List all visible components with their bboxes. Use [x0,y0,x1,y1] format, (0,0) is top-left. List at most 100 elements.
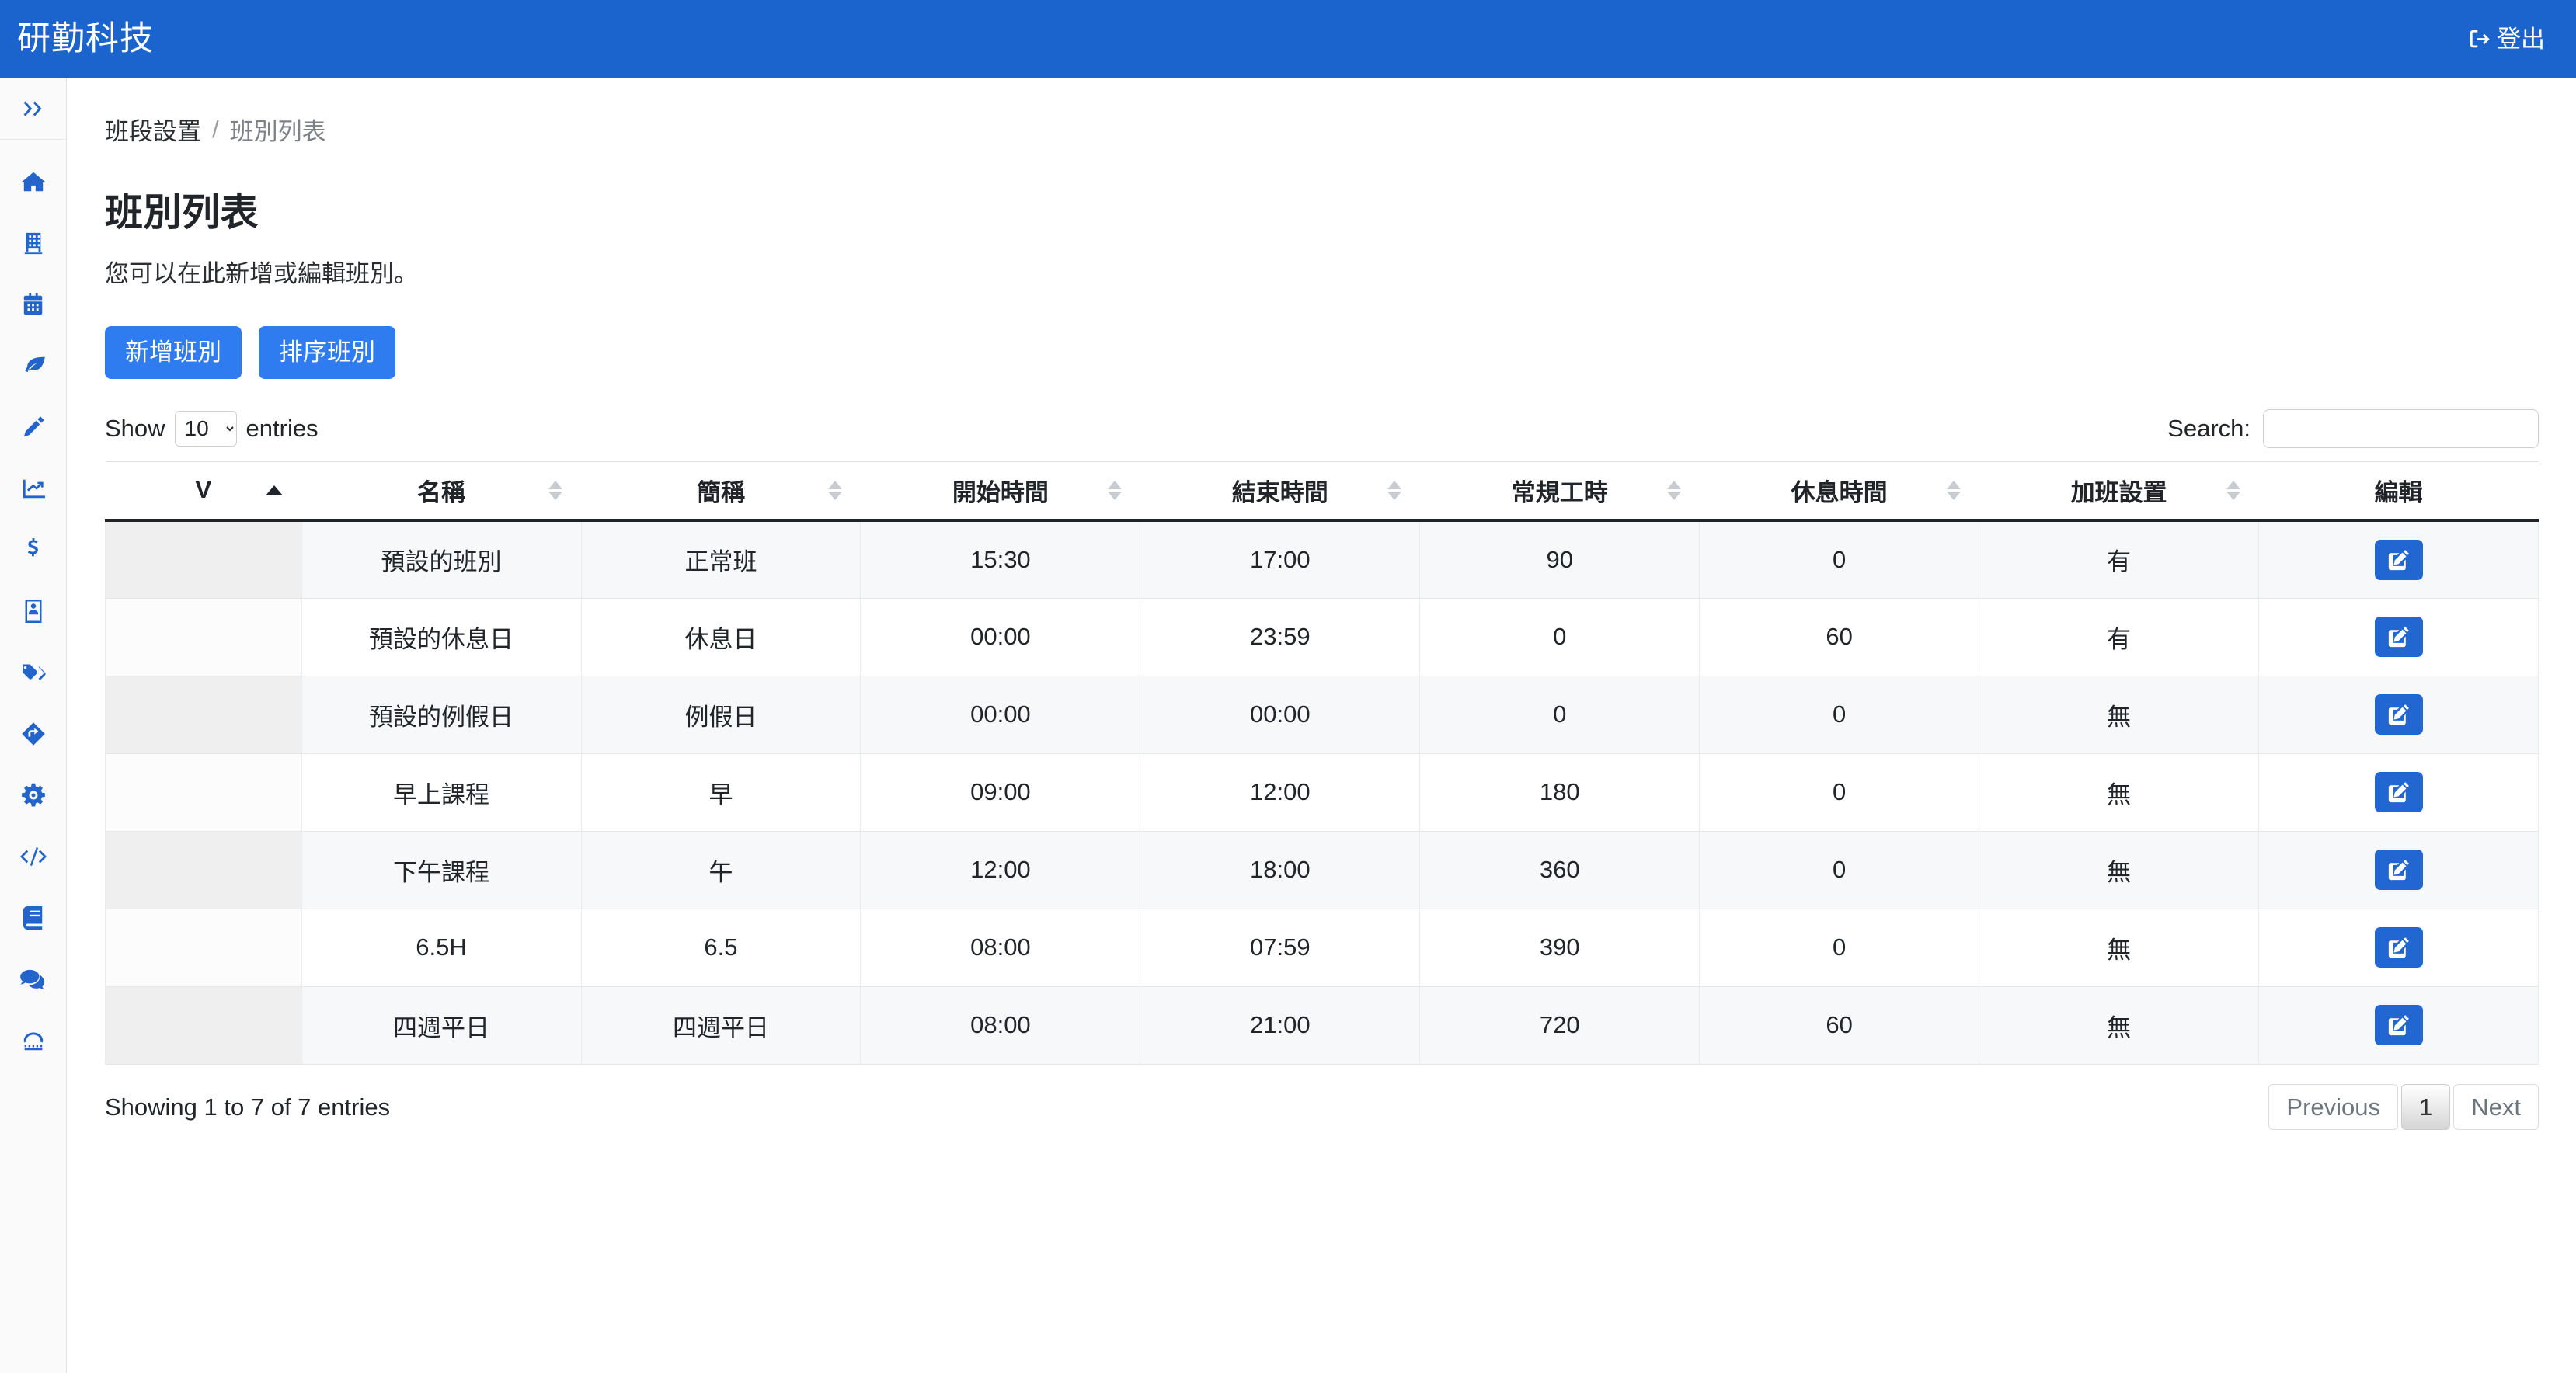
cell-overtime-setting: 無 [1979,753,2260,832]
cell-start-time: 09:00 [860,753,1141,832]
sidebar-item-employee-card[interactable] [0,580,66,641]
table-header-row: V 名稱 簡稱 開始時間 結束時間 常規工時 休息時間 加班設置 編輯 [105,461,2539,523]
cell-regular-hours: 90 [1419,520,1701,599]
sidebar-item-messages[interactable] [0,948,66,1010]
sidebar-item-list [0,140,66,1071]
table-row: 早上課程早 09:00 12:00 180 0 無 [105,753,2539,832]
column-header-label: 編輯 [2374,478,2423,506]
pen-to-square-icon [2388,781,2410,803]
cell-end-time: 23:59 [1140,598,1421,676]
sort-both-icon [2226,480,2240,500]
column-header-7[interactable]: 加班設置 [1979,461,2259,523]
cell-rest-time: 0 [1699,676,1980,754]
sidebar-item-route[interactable] [0,703,66,764]
cell-v [105,986,302,1065]
sidebar-item-developer[interactable] [0,826,66,887]
shift-list-table: V 名稱 簡稱 開始時間 結束時間 常規工時 休息時間 加班設置 編輯 預設的班別 正常班 15:3… [105,461,2539,1065]
cell-overtime-setting: 有 [1979,598,2260,676]
add-shift-button[interactable]: 新增班別 [105,326,242,379]
entries-length-select[interactable]: 102550100 [174,410,237,447]
column-header-label: V [195,476,212,504]
pencil-icon [22,415,45,439]
top-header-bar: 研勤科技 登出 [0,0,2576,78]
cell-overtime-setting: 無 [1979,676,2260,754]
show-suffix-label: entries [245,414,319,442]
pagination-page-1[interactable]: 1 [2401,1084,2451,1131]
cell-overtime-setting: 無 [1979,831,2260,909]
main-content: 班段設置 / 班別列表 班別列表 您可以在此新增或編輯班別。 新增班別 排序班別… [68,78,2576,1373]
column-header-1[interactable]: 名稱 [301,461,581,523]
logout-button[interactable]: 登出 [2469,27,2545,51]
sidebar-item-calendar[interactable] [0,273,66,335]
sidebar-item-statistics[interactable] [0,457,66,519]
cell-end-time: 17:00 [1140,520,1421,599]
code-icon [19,846,47,867]
tags-icon [20,662,47,683]
sidebar-expand-toggle[interactable] [0,78,66,140]
cell-abbr: 四週平日 [581,986,862,1065]
cell-edit [2258,909,2539,987]
sidebar-item-leaf[interactable] [0,335,66,396]
logout-label: 登出 [2497,25,2545,53]
sidebar-item-edit[interactable] [0,396,66,457]
column-header-2[interactable]: 簡稱 [581,461,861,523]
edit-row-button[interactable] [2374,617,2423,658]
cell-name: 預設的休息日 [301,598,582,676]
column-header-label: 簡稱 [696,478,745,506]
cell-regular-hours: 180 [1419,753,1701,832]
breadcrumb-separator: / [212,115,219,143]
cell-abbr: 正常班 [581,520,862,599]
edit-row-button[interactable] [2374,850,2423,891]
breadcrumb: 班段設置 / 班別列表 [68,78,2576,147]
column-header-6[interactable]: 休息時間 [1699,461,1979,523]
app-brand-title: 研勤科技 [17,19,154,57]
cell-rest-time: 0 [1699,909,1980,987]
edit-row-button[interactable] [2374,772,2423,813]
sidebar-item-settings[interactable] [0,764,66,826]
sidebar-item-tags[interactable] [0,641,66,703]
column-header-3[interactable]: 開始時間 [860,461,1140,523]
edit-row-button[interactable] [2374,694,2423,735]
breadcrumb-parent[interactable]: 班段設置 [105,112,201,147]
cell-name: 四週平日 [301,986,582,1065]
cell-v [105,831,302,909]
cell-rest-time: 0 [1699,520,1980,599]
cell-v [105,520,302,599]
sort-both-icon [1387,480,1401,500]
cell-edit [2258,598,2539,676]
calendar-icon [22,292,45,316]
sort-both-icon [1946,480,1961,500]
cell-name: 早上課程 [301,753,582,832]
leaf-icon [20,354,47,377]
column-header-4[interactable]: 結束時間 [1140,461,1420,523]
cell-abbr: 早 [581,753,862,832]
cell-start-time: 15:30 [860,520,1141,599]
sidebar [0,78,67,1373]
sidebar-item-company[interactable] [0,212,66,273]
sort-shift-button[interactable]: 排序班別 [259,326,395,379]
edit-row-button[interactable] [2374,927,2423,968]
pen-to-square-icon [2388,859,2410,881]
cell-rest-time: 60 [1699,598,1980,676]
table-header: V 名稱 簡稱 開始時間 結束時間 常規工時 休息時間 加班設置 編輯 [105,461,2539,523]
cell-regular-hours: 360 [1419,831,1701,909]
search-label: Search: [2167,414,2251,442]
column-header-5[interactable]: 常規工時 [1419,461,1700,523]
pen-to-square-icon [2388,1014,2410,1036]
cell-end-time: 18:00 [1140,831,1421,909]
sidebar-item-home[interactable] [0,151,66,212]
column-header-0[interactable]: V [105,461,302,523]
edit-row-button[interactable] [2374,1005,2423,1046]
pagination-previous[interactable]: Previous [2268,1084,2398,1131]
cell-rest-time: 0 [1699,753,1980,832]
cell-regular-hours: 390 [1419,909,1701,987]
column-header-label: 名稱 [417,478,466,506]
column-header-label: 開始時間 [952,478,1049,506]
sidebar-item-manual[interactable] [0,887,66,948]
pagination-next[interactable]: Next [2453,1084,2539,1131]
edit-row-button[interactable] [2374,539,2423,580]
table-footer: Showing 1 to 7 of 7 entries Previous 1 N… [105,1082,2539,1133]
search-input[interactable] [2263,408,2539,448]
sidebar-item-payroll[interactable] [0,519,66,580]
sidebar-item-support[interactable] [0,1010,66,1071]
